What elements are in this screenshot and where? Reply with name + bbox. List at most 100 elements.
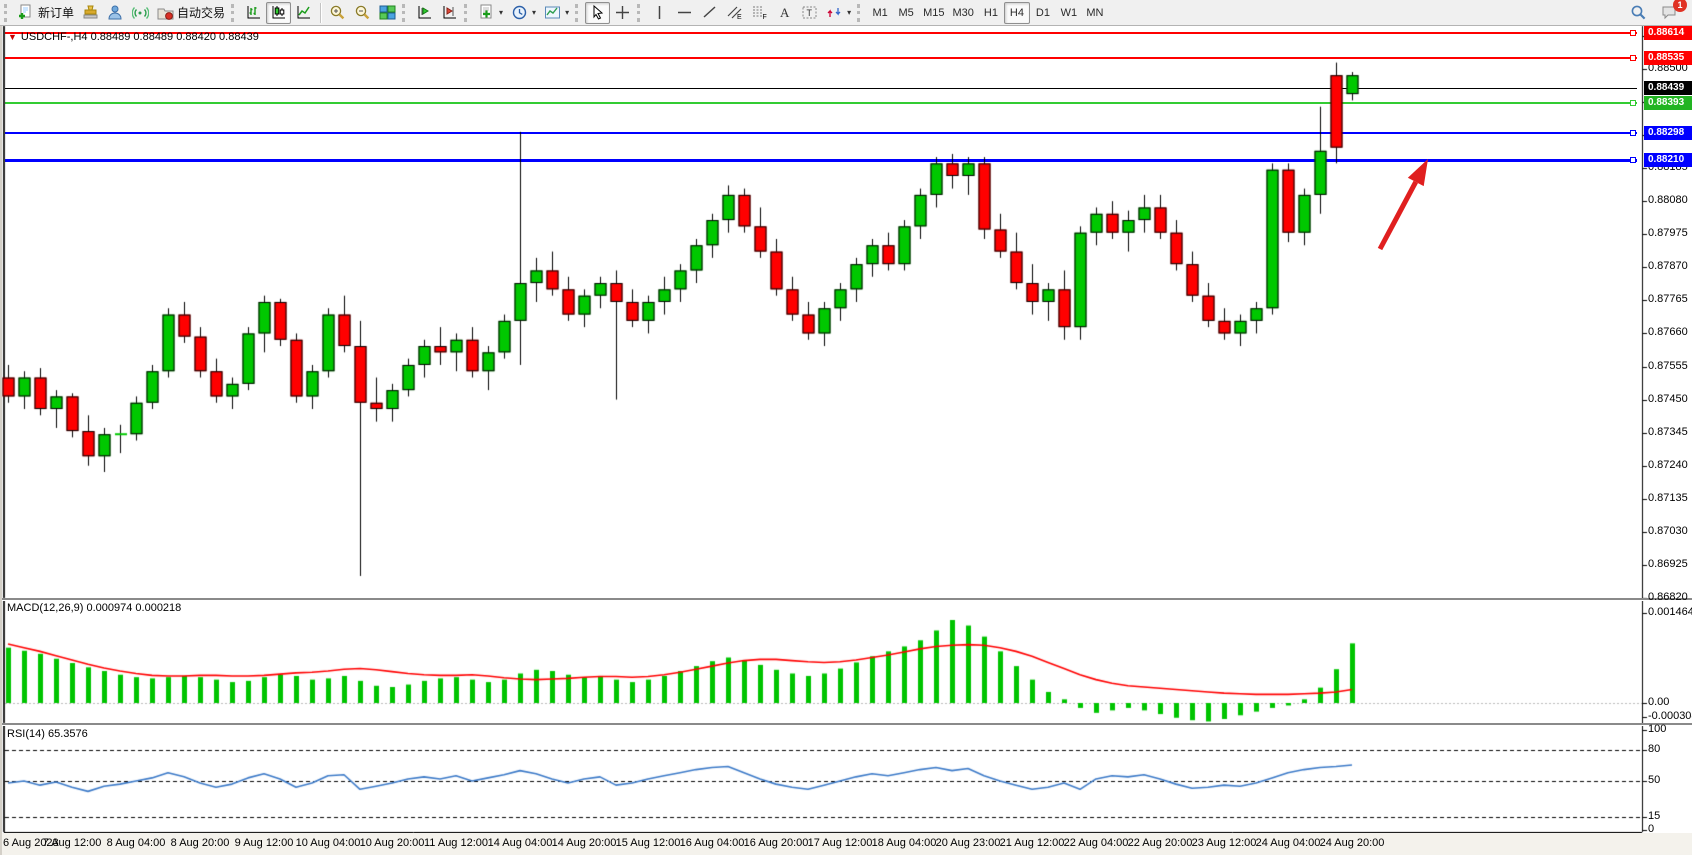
cursor-button[interactable] — [585, 2, 610, 24]
crosshair-icon — [614, 4, 631, 21]
autotrade-label: 自动交易 — [177, 4, 225, 21]
svg-text:T: T — [807, 8, 813, 18]
price-badge-0.88210: 0.88210 — [1644, 153, 1692, 167]
price-axis-tick: 0.88080 — [1648, 194, 1688, 206]
price-axis-tick: 0.86820 — [1648, 591, 1688, 603]
draw-channel-button[interactable]: E — [722, 2, 747, 24]
draw-hline-button[interactable] — [672, 2, 697, 24]
periods-dropdown-icon[interactable]: ▾ — [532, 8, 536, 17]
draw-vline-icon — [651, 4, 668, 21]
tile-windows-button[interactable] — [375, 2, 400, 24]
chart-shift-icon — [441, 4, 458, 21]
draw-fibo-icon: F — [751, 4, 768, 21]
tf-m5-button[interactable]: M5 — [893, 2, 919, 24]
price-axis-tick: 0.87870 — [1648, 260, 1688, 272]
toolbar-grip[interactable] — [575, 4, 581, 22]
templates-icon — [544, 4, 561, 21]
rsi-axis-tick: 100 — [1648, 723, 1666, 735]
price-badge-0.88614: 0.88614 — [1644, 26, 1692, 40]
tf-w1-button[interactable]: W1 — [1056, 2, 1082, 24]
macd-axis-tick: -0.000308 — [1648, 710, 1692, 722]
auto-scroll-button[interactable] — [412, 2, 437, 24]
tf-h1-button[interactable]: H1 — [978, 2, 1004, 24]
toolbar-grip[interactable] — [402, 4, 408, 22]
price-badge-0.88393: 0.88393 — [1644, 96, 1692, 110]
chart-bars-button[interactable] — [241, 2, 266, 24]
new-order-button[interactable]: 新订单 — [14, 2, 78, 24]
stamp-icon — [82, 4, 99, 21]
draw-text-button[interactable]: A — [772, 2, 797, 24]
price-badge-0.88439: 0.88439 — [1644, 81, 1692, 95]
draw-label-icon: T — [801, 4, 818, 21]
autotrade-button[interactable]: 自动交易 — [153, 2, 229, 24]
toolbar-grip[interactable] — [464, 4, 470, 22]
signal-button[interactable] — [128, 2, 153, 24]
tf-m5-label: M5 — [898, 7, 913, 19]
periods-icon — [511, 4, 528, 21]
tf-h1-label: H1 — [984, 7, 998, 19]
draw-arrows-dropdown-icon[interactable]: ▾ — [847, 8, 851, 17]
zoom-out-button[interactable] — [350, 2, 375, 24]
draw-text-icon: A — [776, 4, 793, 21]
autotrade-icon — [157, 4, 174, 21]
price-badge-0.88298: 0.88298 — [1644, 126, 1692, 140]
zoom-in-button[interactable] — [325, 2, 350, 24]
templates-dropdown-icon[interactable]: ▾ — [565, 8, 569, 17]
tf-h4-button[interactable]: H4 — [1004, 2, 1030, 24]
tf-mn-label: MN — [1086, 7, 1103, 19]
tf-mn-button[interactable]: MN — [1082, 2, 1108, 24]
crosshair-button[interactable] — [610, 2, 635, 24]
chart-shift-button[interactable] — [437, 2, 462, 24]
draw-arrows-icon — [826, 4, 843, 21]
signal-icon — [132, 4, 149, 21]
panel-separator-rsi[interactable] — [0, 723, 1692, 725]
rsi-axis-tick: 0 — [1648, 823, 1654, 835]
panel-separator-macd[interactable] — [0, 598, 1692, 600]
draw-trendline-button[interactable] — [697, 2, 722, 24]
toolbar-grip[interactable] — [231, 4, 237, 22]
chart-line-button[interactable] — [291, 2, 316, 24]
notifications-button[interactable]: 1 — [1657, 2, 1682, 24]
chart-dropdown-icon[interactable]: ▼ — [8, 32, 17, 42]
toolbar-grip[interactable] — [637, 4, 643, 22]
search-icon — [1630, 4, 1647, 21]
toolbar-grip[interactable] — [4, 4, 10, 22]
profile-button[interactable] — [103, 2, 128, 24]
macd-indicator-label: MACD(12,26,9) 0.000974 0.000218 — [7, 602, 181, 614]
tf-m30-label: M30 — [953, 7, 974, 19]
rsi-axis-tick: 15 — [1648, 810, 1660, 822]
draw-fibo-button[interactable]: F — [747, 2, 772, 24]
price-axis-tick: 0.87240 — [1648, 459, 1688, 471]
chart-bars-icon — [245, 4, 262, 21]
search-button[interactable] — [1626, 2, 1651, 24]
tf-m15-button[interactable]: M15 — [919, 2, 948, 24]
profile-icon — [107, 4, 124, 21]
toolbar-separator — [320, 3, 321, 23]
chart-candles-icon — [270, 4, 287, 21]
chart-candles-button[interactable] — [266, 2, 291, 24]
draw-vline-button[interactable] — [647, 2, 672, 24]
tf-m1-button[interactable]: M1 — [867, 2, 893, 24]
indicators-dropdown-icon[interactable]: ▾ — [499, 8, 503, 17]
draw-hline-icon — [676, 4, 693, 21]
price-axis-tick: 0.87975 — [1648, 227, 1688, 239]
toolbar-grip[interactable] — [857, 4, 863, 22]
svg-text:F: F — [763, 14, 767, 21]
price-axis-tick: 0.87765 — [1648, 293, 1688, 305]
templates-button[interactable]: ▾ — [540, 2, 573, 24]
indicators-button[interactable]: ▾ — [474, 2, 507, 24]
macd-axis-tick: 0.00 — [1648, 696, 1669, 708]
tf-d1-label: D1 — [1036, 7, 1050, 19]
price-axis-tick: 0.87555 — [1648, 360, 1688, 372]
tf-m30-button[interactable]: M30 — [949, 2, 978, 24]
stamp-button[interactable] — [78, 2, 103, 24]
periods-button[interactable]: ▾ — [507, 2, 540, 24]
price-axis-tick: 0.86925 — [1648, 558, 1688, 570]
tf-d1-button[interactable]: D1 — [1030, 2, 1056, 24]
auto-scroll-icon — [416, 4, 433, 21]
chart-canvas[interactable] — [0, 0, 1692, 855]
draw-label-button[interactable]: T — [797, 2, 822, 24]
toolbar: 新订单 自动交易 ▾ ▾ ▾ E F A T ▾ M1 M5 M15 M30 H1 H4 D1 W1 MN 1 — [0, 0, 1692, 26]
draw-arrows-button[interactable]: ▾ — [822, 2, 855, 24]
time-axis-label: 24 Aug 20:00 — [1312, 837, 1392, 849]
